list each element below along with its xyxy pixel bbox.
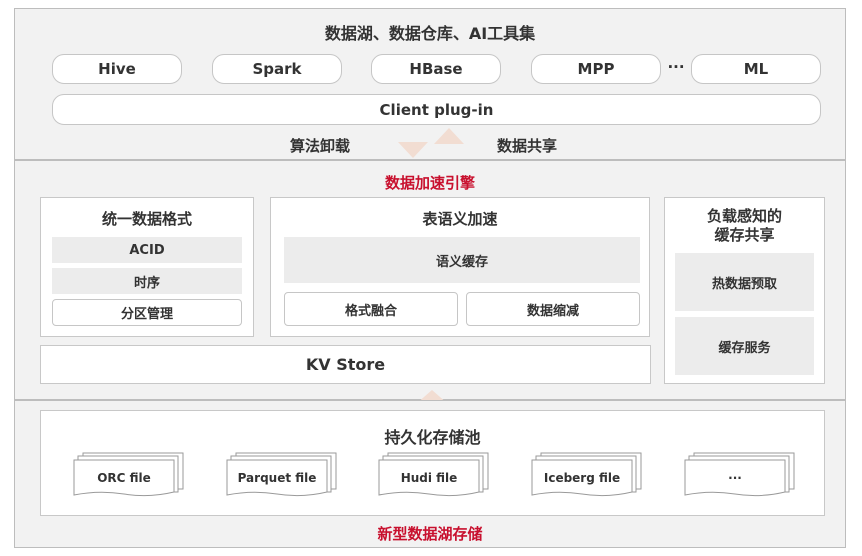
file-hudi: Hudi file — [378, 452, 490, 498]
file-iceberg: Iceberg file — [531, 452, 643, 498]
share-item-cache-service: 缓存服务 — [675, 317, 814, 375]
flow-up-label: 数据共享 — [497, 137, 558, 155]
arrow-down-icon — [398, 142, 428, 158]
tools-ellipsis: ··· — [667, 58, 685, 76]
file-parquet: Parquet file — [226, 452, 338, 498]
tool-mpp: MPP — [531, 54, 661, 84]
file-orc: ORC file — [73, 452, 185, 498]
engine-title: 数据加速引擎 — [384, 174, 475, 192]
semantic-cache: 语义缓存 — [284, 237, 640, 283]
format-item-timeseries: 时序 — [52, 268, 242, 294]
file-label: ORC file — [97, 471, 151, 485]
file-label: Parquet file — [237, 471, 317, 485]
tool-hive: Hive — [52, 54, 182, 84]
semantic-reduce: 数据缩减 — [466, 292, 640, 326]
storage-pool-title: 持久化存储池 — [384, 428, 481, 447]
file-more: ··· — [684, 452, 796, 498]
format-item-partition: 分区管理 — [52, 299, 242, 326]
file-label: Iceberg file — [543, 471, 621, 485]
flow-arrows — [398, 128, 464, 158]
storage-title: 新型数据湖存储 — [377, 525, 483, 543]
semantic-title: 表语义加速 — [422, 210, 498, 228]
tool-spark: Spark — [212, 54, 342, 84]
tool-ml: ML — [691, 54, 821, 84]
file-label: Hudi file — [400, 471, 458, 485]
share-title: 负载感知的 缓存共享 — [706, 207, 782, 244]
share-item-prefetch: 热数据预取 — [675, 253, 814, 311]
semantic-fusion: 格式融合 — [284, 292, 458, 326]
client-plugin: Client plug-in — [52, 94, 821, 125]
tool-hbase: HBase — [371, 54, 501, 84]
format-item-acid: ACID — [52, 237, 242, 263]
top-title: 数据湖、数据仓库、AI工具集 — [324, 24, 536, 43]
flow-down-label: 算法卸载 — [290, 137, 351, 155]
file-label: ··· — [728, 471, 742, 485]
arrow-up-icon — [434, 128, 464, 144]
format-title: 统一数据格式 — [101, 210, 192, 228]
kv-store: KV Store — [40, 345, 651, 384]
